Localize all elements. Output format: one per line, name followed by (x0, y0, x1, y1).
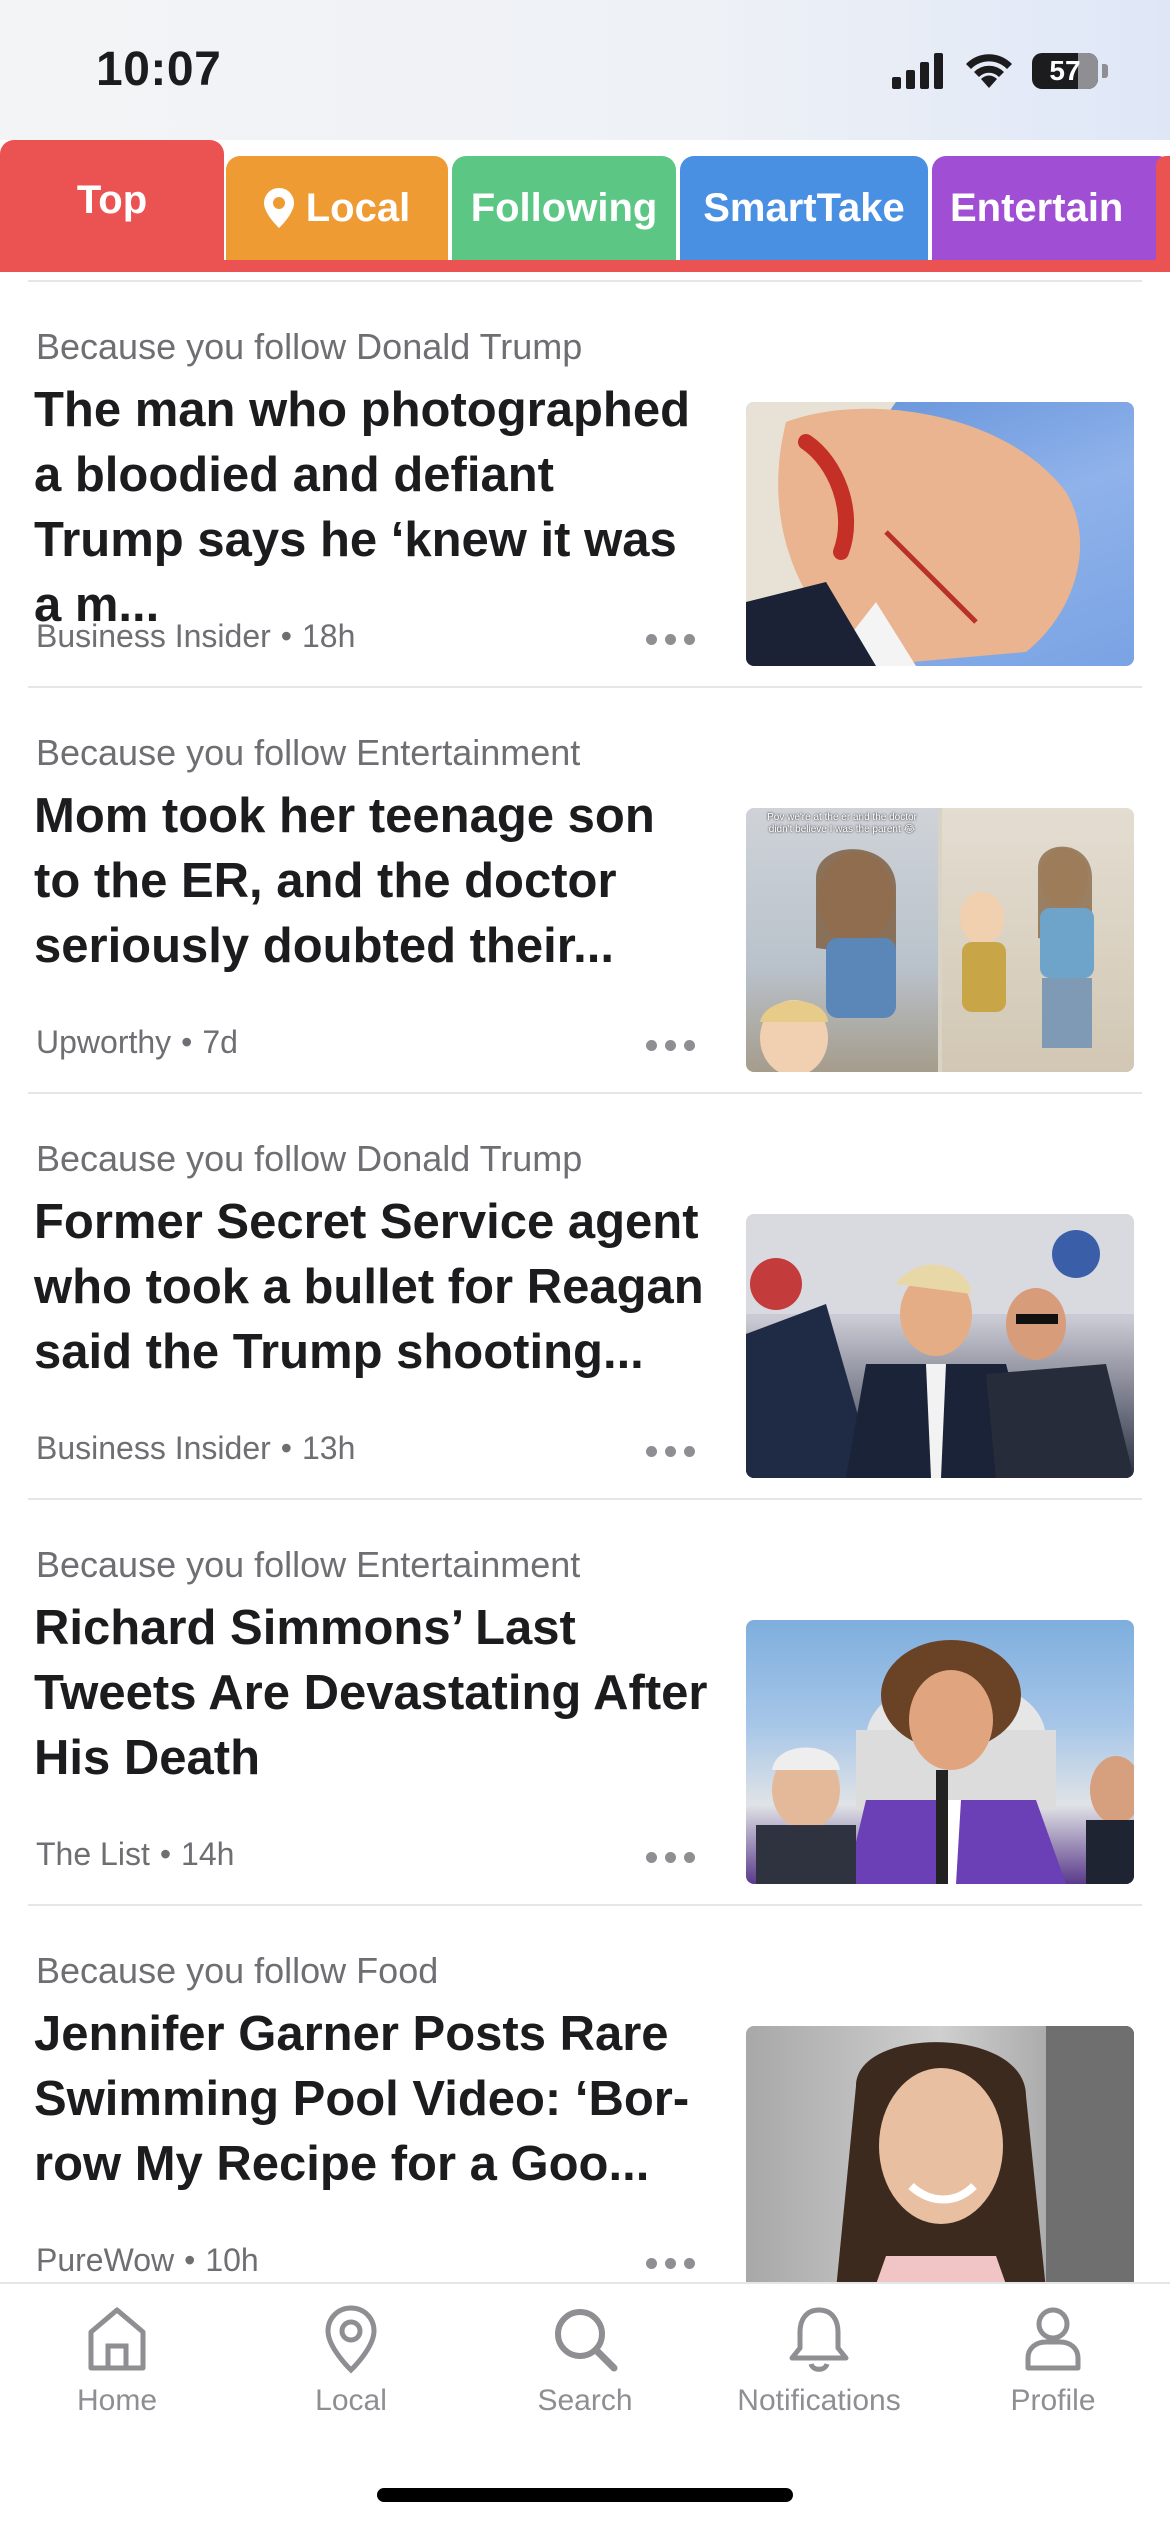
tab-following-label: Following (470, 185, 658, 230)
nav-profile[interactable]: Profile (936, 2304, 1170, 2418)
battery-icon: 57 (1032, 53, 1098, 89)
tab-entertainment-label: Entertain (950, 185, 1124, 230)
nav-search[interactable]: Search (468, 2304, 702, 2418)
article-source: PureWow (36, 2242, 175, 2278)
nav-local-label: Local (315, 2384, 387, 2417)
more-options-icon[interactable] (646, 1446, 695, 1457)
follow-reason: Because you follow Entertainment (36, 732, 581, 773)
nav-home-label: Home (76, 2384, 158, 2417)
person-icon (1025, 2307, 1081, 2371)
tab-smarttake[interactable]: SmartTake (680, 156, 928, 260)
article-meta: Business Insider • 18h (36, 618, 355, 655)
meta-separator: • (280, 618, 292, 654)
follow-reason: Because you follow Donald Trump (36, 1138, 583, 1179)
nav-notifications-label: Notifications (737, 2384, 901, 2417)
nav-notifications[interactable]: Notifications (702, 2304, 936, 2418)
article-source: Business Insider (36, 1430, 271, 1466)
article-source: Upworthy (36, 1024, 172, 1060)
nav-home[interactable]: Home (0, 2304, 234, 2418)
tab-smarttake-label: SmartTake (703, 185, 905, 230)
home-indicator[interactable] (377, 2488, 793, 2502)
meta-separator: • (159, 1836, 172, 1872)
wifi-icon (966, 54, 1012, 88)
nav-local[interactable]: Local (234, 2304, 468, 2418)
bell-icon (789, 2307, 849, 2372)
more-options-icon[interactable] (646, 1852, 695, 1863)
location-pin-icon (325, 2305, 377, 2374)
meta-separator: • (184, 2242, 196, 2278)
status-bar: 10:07 57 (0, 0, 1170, 140)
article-thumbnail[interactable] (746, 402, 1134, 666)
more-options-icon[interactable] (646, 1040, 695, 1051)
article-headline[interactable]: The man who photographed a bloodied and … (34, 378, 714, 638)
follow-reason: Because you follow Donald Trump (36, 326, 583, 367)
article-age: 13h (301, 1430, 356, 1466)
article-card[interactable]: Because you follow Entertainment Richard… (0, 1500, 1170, 1906)
article-age: 14h (181, 1836, 235, 1872)
article-headline[interactable]: Richard Simmons’ Last Tweets Are Devasta… (34, 1596, 714, 1791)
home-icon (88, 2307, 146, 2371)
article-card[interactable]: Because you follow Entertainment Mom too… (0, 688, 1170, 1094)
location-pin-icon (263, 188, 294, 228)
battery-level: 57 (1049, 55, 1081, 86)
tab-entertainment[interactable]: Entertain (932, 156, 1170, 260)
article-thumbnail[interactable] (746, 1214, 1134, 1478)
article-headline[interactable]: Jennifer Garner Posts Rare Swimming Pool… (34, 2002, 714, 2197)
article-meta: Business Insider • 13h (36, 1430, 355, 1467)
meta-separator: • (181, 1024, 193, 1060)
article-thumbnail[interactable] (746, 2026, 1134, 2290)
article-meta: PureWow • 10h (36, 2242, 259, 2279)
article-age: 7d (202, 1024, 238, 1060)
tab-top[interactable]: Top (0, 140, 224, 272)
cellular-signal-icon (892, 53, 943, 89)
tab-following[interactable]: Following (452, 156, 676, 260)
article-card[interactable]: Because you follow Donald Trump Former S… (0, 1094, 1170, 1500)
more-options-icon[interactable] (646, 634, 695, 645)
article-thumbnail[interactable]: Pov we're at the er and the doctor didn'… (746, 808, 1134, 1072)
more-options-icon[interactable] (646, 2258, 695, 2269)
article-headline[interactable]: Mom took her teenage son to the ER, and … (34, 784, 714, 979)
status-icons: 57 (892, 52, 1108, 90)
article-card[interactable]: Because you follow Food Jennifer Garner … (0, 1906, 1170, 2312)
meta-separator: • (280, 1430, 292, 1466)
status-time: 10:07 (96, 43, 222, 96)
tab-top-label: Top (76, 178, 148, 222)
search-icon (555, 2309, 618, 2372)
nav-profile-label: Profile (1010, 2384, 1096, 2417)
article-headline[interactable]: Former Secret Service agent who took a b… (34, 1190, 714, 1385)
article-meta: The List • 14h (36, 1836, 234, 1873)
follow-reason: Because you follow Food (36, 1950, 439, 1991)
article-card[interactable]: Because you follow Donald Trump The man … (0, 282, 1170, 688)
category-tabs: Top Local Following SmartTake Entertain (0, 140, 1170, 272)
tab-local-label: Local (305, 185, 411, 230)
article-source: The List (36, 1836, 150, 1872)
tab-local[interactable]: Local (226, 156, 448, 260)
nav-search-label: Search (537, 2384, 633, 2417)
article-meta: Upworthy • 7d (36, 1024, 238, 1061)
article-source: Business Insider (36, 618, 271, 654)
article-thumbnail[interactable] (746, 1620, 1134, 1884)
article-age: 10h (205, 2242, 259, 2278)
follow-reason: Because you follow Entertainment (36, 1544, 581, 1585)
article-age: 18h (301, 618, 356, 654)
